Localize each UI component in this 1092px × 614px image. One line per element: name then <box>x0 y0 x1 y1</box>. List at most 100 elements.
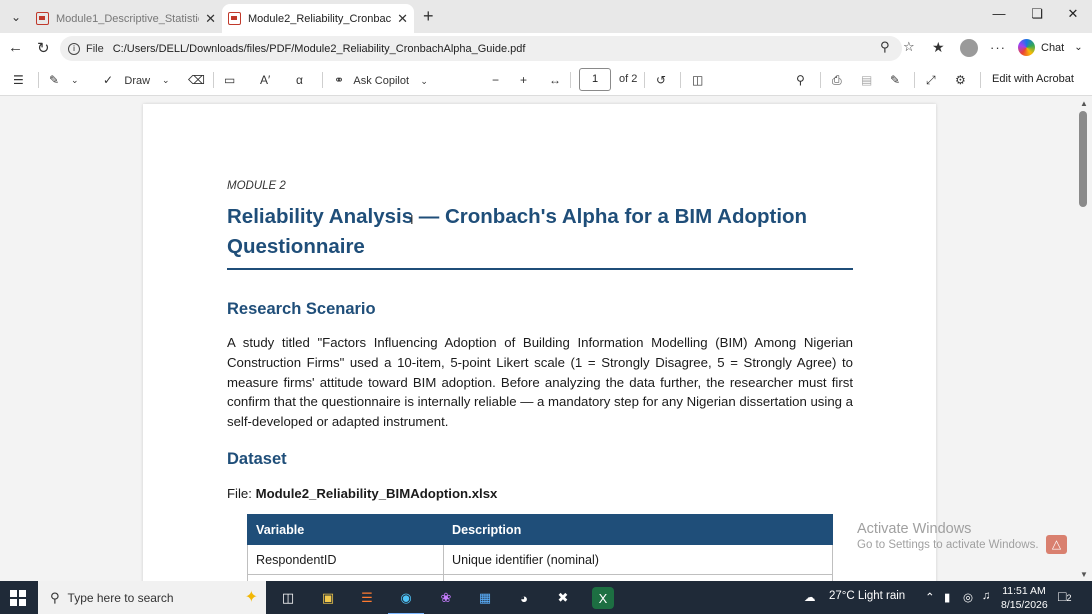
copilot-icon <box>1018 39 1035 56</box>
chevron-down-icon[interactable]: ⌄ <box>162 75 170 86</box>
avatar[interactable] <box>960 39 978 57</box>
pdf-page: MODULE 2 Reliability Analysis — Cronbach… <box>143 104 936 581</box>
divider <box>644 72 645 88</box>
url-field[interactable]: i File C:/Users/DELL/Downloads/files/PDF… <box>60 36 902 61</box>
page-title: Reliability Analysis — Cronbach's Alpha … <box>227 205 808 258</box>
page-view-icon[interactable]: ◫ <box>692 73 703 87</box>
file-explorer-icon[interactable]: ▣ <box>317 587 339 609</box>
dataset-heading: Dataset <box>227 450 287 468</box>
window-close-button[interactable]: ✕ <box>1063 6 1083 22</box>
battery-icon[interactable]: ▮ <box>944 590 950 604</box>
save-icon[interactable]: ▤ <box>861 73 872 87</box>
ask-copilot-button[interactable]: ⚭ Ask Copilot ⌄ <box>334 73 428 87</box>
print-icon[interactable]: ⎙ <box>832 73 842 88</box>
zoom-in-icon[interactable]: + <box>520 73 527 87</box>
scroll-down-icon[interactable]: ▼ <box>1080 570 1088 579</box>
weather-icon[interactable]: ☁ <box>804 590 816 604</box>
obs-icon[interactable]: ◕ <box>513 587 535 609</box>
network-icon[interactable]: ◎ <box>963 590 973 604</box>
more-icon[interactable]: ··· <box>990 40 1006 55</box>
module-label: MODULE 2 <box>227 180 286 192</box>
translate-icon[interactable]: α <box>296 73 303 87</box>
edit-with-acrobat-button[interactable]: Edit with Acrobat <box>992 73 1074 85</box>
table-header: Description <box>443 514 833 545</box>
table-header-row: Variable Description <box>247 514 833 545</box>
clock[interactable]: 11:51 AM 8/15/2026 <box>1001 584 1048 612</box>
favorite-star-icon[interactable]: ☆ <box>903 39 915 55</box>
contents-icon[interactable]: ☰ <box>13 73 24 87</box>
windows-start-icon[interactable] <box>10 590 26 606</box>
rotate-icon[interactable]: ↺ <box>656 73 666 87</box>
divider <box>914 72 915 88</box>
chevron-up-icon[interactable]: ⌃ <box>925 590 935 604</box>
excel-icon[interactable]: X <box>592 587 614 609</box>
scrollbar[interactable]: ▲ ▼ <box>1076 97 1092 581</box>
table-header: Variable <box>247 514 444 545</box>
fit-width-icon[interactable]: ↔ <box>549 73 561 87</box>
url-text: C:/Users/DELL/Downloads/files/PDF/Module… <box>112 42 526 55</box>
table-row: RespondentID Unique identifier (nominal) <box>247 544 833 575</box>
task-view-icon[interactable]: ◫ <box>277 587 299 609</box>
new-tab-button[interactable]: + <box>423 6 434 27</box>
tab-search-chevron-icon[interactable]: ⌄ <box>6 7 26 27</box>
volume-icon[interactable]: ♫ <box>982 590 991 602</box>
cursor-app-icon[interactable]: ✖ <box>552 587 574 609</box>
page-total: of 2 <box>619 73 638 85</box>
zoom-icon[interactable]: ⚲ <box>880 39 890 55</box>
app-icon[interactable]: ☰ <box>356 587 378 609</box>
acrobat-icon[interactable]: △ <box>1046 535 1067 554</box>
ask-copilot-label: Ask Copilot <box>353 75 410 87</box>
fullscreen-icon[interactable]: ⤢ <box>926 73 936 88</box>
edge-icon[interactable]: ◉ <box>388 587 424 614</box>
divider <box>213 72 214 88</box>
tab-strip: ⌄ Module1_Descriptive_Statistics_Gu ✕ Mo… <box>0 0 1092 33</box>
read-aloud-icon[interactable]: A′ <box>260 73 270 87</box>
pdf-viewer[interactable]: MODULE 2 Reliability Analysis — Cronbach… <box>0 97 1092 581</box>
divider <box>980 72 981 88</box>
copilot-icon: ⚭ <box>334 73 345 87</box>
store-icon[interactable]: ▦ <box>474 587 496 609</box>
page-number-input[interactable]: 1 <box>579 68 611 91</box>
search-icon: ⚲ <box>50 589 60 605</box>
close-icon[interactable]: ✕ <box>397 11 408 27</box>
tab-title: Module2_Reliability_CronbachAlph <box>248 12 392 25</box>
search-placeholder: Type here to search <box>67 590 174 605</box>
tab-module2[interactable]: Module2_Reliability_CronbachAlph ✕ <box>222 4 414 33</box>
scroll-up-icon[interactable]: ▲ <box>1080 99 1088 108</box>
scroll-thumb[interactable] <box>1079 111 1087 207</box>
address-bar: ← ↻ i File C:/Users/DELL/Downloads/files… <box>0 33 1092 64</box>
divider <box>570 72 571 88</box>
back-icon[interactable]: ← <box>8 39 23 56</box>
tab-module1[interactable]: Module1_Descriptive_Statistics_Gu ✕ <box>30 4 222 33</box>
zoom-out-icon[interactable]: − <box>492 73 499 87</box>
pdf-icon <box>36 12 49 25</box>
favorites-icon[interactable]: ★ <box>932 39 945 56</box>
highlight-icon[interactable]: ✎ <box>49 73 59 87</box>
time: 11:51 AM <box>1002 585 1046 597</box>
dataset-table: Variable Description RespondentID Unique… <box>247 514 833 581</box>
close-icon[interactable]: ✕ <box>205 11 216 27</box>
settings-gear-icon[interactable]: ⚙ <box>955 73 966 87</box>
text-box-icon[interactable]: ▭ <box>224 73 235 87</box>
sparkle-icon: ✦ <box>244 589 258 606</box>
tab-title: Module1_Descriptive_Statistics_Gu <box>56 12 199 25</box>
minimize-button[interactable]: — <box>989 6 1009 21</box>
chat-button[interactable]: Chat ⌄ <box>1018 39 1083 56</box>
pdf-toolbar: ☰ ✎ ⌄ ✓ Draw ⌄ ⌫ ▭ A′ α ⚭ Ask Copilot ⌄ … <box>0 64 1092 96</box>
info-icon[interactable]: i <box>68 42 80 55</box>
notification-icon[interactable]: □2 <box>1058 588 1071 604</box>
date: 8/15/2026 <box>1001 599 1048 611</box>
draw-button[interactable]: ✓ Draw <box>103 73 150 87</box>
text-cursor-icon: I <box>410 212 414 227</box>
chevron-down-icon[interactable]: ⌄ <box>71 75 79 86</box>
table-cell: Unique identifier (nominal) <box>443 544 833 575</box>
refresh-icon[interactable]: ↻ <box>37 39 50 57</box>
notification-count: 2 <box>1066 593 1072 603</box>
eraser-icon[interactable]: ⌫ <box>188 73 205 87</box>
copilot-app-icon[interactable]: ❀ <box>435 587 457 609</box>
restore-button[interactable]: ❏ <box>1027 6 1047 22</box>
search-icon[interactable]: ⚲ <box>796 73 805 87</box>
save-as-icon[interactable]: ✎ <box>890 73 900 87</box>
taskbar-search-input[interactable]: ⚲ Type here to search ✦ <box>38 581 266 614</box>
weather-text[interactable]: 27°C Light rain <box>829 590 905 602</box>
